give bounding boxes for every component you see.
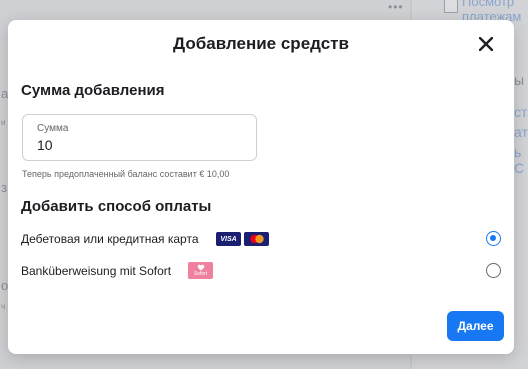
payment-method-sofort[interactable]: Banküberweisung mit Sofort Sofort: [21, 260, 501, 284]
amount-section-title: Сумма добавления: [21, 82, 165, 99]
visa-icon: VISA: [216, 232, 241, 246]
payment-method-label: Дебетовая или кредитная карта: [21, 232, 199, 246]
background-fragment: ь С: [514, 144, 525, 176]
payment-method-card[interactable]: Дебетовая или кредитная карта VISA: [21, 228, 501, 252]
more-options-icon: •••: [388, 0, 404, 14]
add-funds-dialog: Добавление средств Сумма добавления Сумм…: [8, 20, 514, 354]
balance-note: Теперь предоплаченный баланс составит € …: [22, 169, 230, 179]
mastercard-icon: [244, 232, 269, 246]
background-fragment: з: [1, 180, 7, 195]
amount-field-value[interactable]: 10: [37, 137, 53, 153]
dialog-title: Добавление средств: [173, 34, 349, 53]
payment-method-label: Banküberweisung mit Sofort: [21, 264, 172, 278]
next-button[interactable]: Далее: [447, 311, 504, 341]
amount-field-label: Сумма: [37, 123, 69, 134]
payment-method-sofort-radio[interactable]: [486, 263, 501, 278]
sofort-icon: Sofort: [188, 262, 213, 279]
close-button[interactable]: [474, 32, 498, 56]
background-fragment: и: [1, 118, 6, 127]
close-icon: [479, 37, 493, 51]
payment-method-card-radio[interactable]: [486, 231, 501, 246]
amount-input[interactable]: Сумма 10: [22, 114, 257, 161]
background-fragment: ат: [514, 124, 528, 140]
background-fragment: ста: [514, 104, 528, 120]
background-fragment: ч: [1, 302, 6, 311]
background-link-1: Посмотр: [462, 0, 515, 9]
document-icon: [444, 0, 458, 13]
dialog-header: Добавление средств: [8, 20, 514, 68]
background-text: ы: [514, 72, 525, 88]
payment-section-title: Добавить способ оплаты: [21, 198, 212, 215]
